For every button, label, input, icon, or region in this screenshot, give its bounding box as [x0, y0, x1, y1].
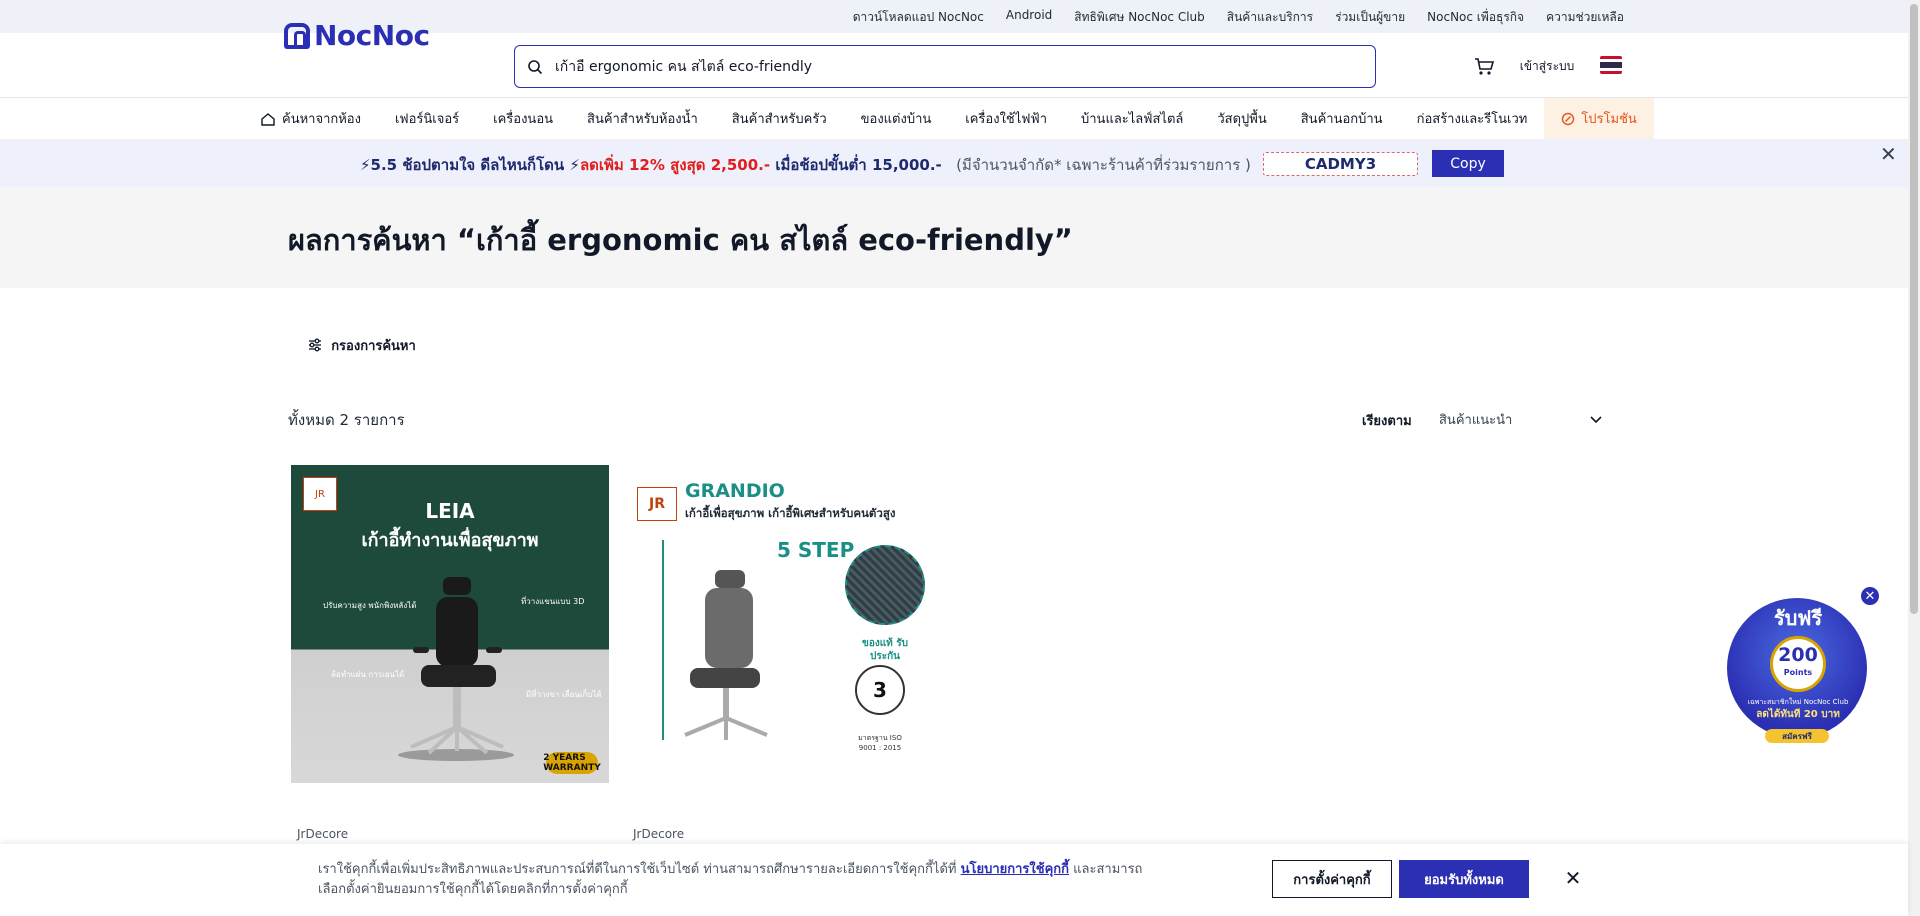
image-title: LEIA [425, 499, 475, 523]
thai-flag-icon[interactable] [1600, 56, 1622, 74]
office-chair-illustration [398, 577, 514, 761]
promo-free-title: รับฟรี [1773, 606, 1823, 630]
product-brand: JrDecore [297, 827, 349, 841]
copy-code-button[interactable]: Copy [1432, 150, 1504, 177]
category-nav: ค้นหาจากห้อง เฟอร์นิเจอร์ เครื่องนอน สิน… [243, 98, 1654, 139]
product-brand: JrDecore [633, 827, 685, 841]
search-bar[interactable] [514, 45, 1376, 88]
cookie-text-1: เราใช้คุกกี้เพื่อเพิ่มประสิทธิภาพและประส… [318, 862, 961, 877]
login-button[interactable]: เข้าสู่ระบบ [1507, 50, 1587, 82]
close-promo-icon[interactable]: ✕ [1859, 585, 1881, 607]
cookie-settings-button[interactable]: การตั้งค่าคุกกี้ [1272, 860, 1392, 898]
close-banner-icon[interactable]: ✕ [1880, 142, 1897, 166]
category-label: ก่อสร้างและรีโนเวท [1416, 112, 1528, 127]
product-image[interactable]: JR GRANDIO เก้าอี้เพื่อสุขภาพ เก้าอี้พิเ… [627, 465, 945, 783]
search-icon[interactable] [515, 47, 555, 87]
topbar-link-help[interactable]: ความช่วยเหลือ [1546, 8, 1624, 27]
promo-banner: ⚡5.5 ช้อปตามใจ ดีลไหนก็โดน ⚡ลดเพิ่ม 12% … [0, 139, 1908, 187]
category-label: สินค้านอกบ้าน [1300, 112, 1383, 127]
points-coin-icon: 200 Points [1770, 636, 1826, 692]
warranty-seal-icon: 3 [855, 665, 905, 715]
topbar-link-business[interactable]: NocNoc เพื่อธุรกิจ [1427, 8, 1524, 27]
cart-icon[interactable] [1472, 54, 1496, 78]
office-chair-illustration [662, 540, 768, 740]
promo-text-discount: ลดเพิ่ม 12% สูงสุด 2,500.- [579, 156, 771, 174]
club-promo-widget[interactable]: รับฟรี 200 Points เฉพาะสมาชิกใหม่ NocNoc… [1725, 590, 1871, 743]
category-label: โปรโมชัน [1581, 112, 1637, 127]
search-input[interactable] [555, 58, 1355, 75]
category-kitchen[interactable]: สินค้าสำหรับครัว [715, 98, 844, 139]
promo-text[interactable]: ⚡5.5 ช้อปตามใจ ดีลไหนก็โดน ⚡ลดเพิ่ม 12% … [360, 153, 1251, 177]
category-label: เครื่องนอน [493, 112, 554, 127]
cookie-message: เราใช้คุกกี้เพื่อเพิ่มประสิทธิภาพและประส… [318, 860, 1158, 900]
close-cookie-icon[interactable]: ✕ [1558, 863, 1588, 893]
points-label: Points [1783, 668, 1813, 677]
result-count: ทั้งหมด 2 รายการ [288, 411, 405, 429]
category-label: สินค้าสำหรับห้องน้ำ [587, 112, 698, 127]
promo-text-minimum: เมื่อช้อปขั้นต่ำ 15,000.- [770, 156, 942, 174]
topbar-link-android[interactable]: Android [1006, 8, 1052, 27]
image-subtitle: เก้าอี้ทำงานเพื่อสุขภาพ [361, 530, 539, 551]
genuine-label: ของแท้ รับประกัน [862, 638, 908, 662]
accept-all-button[interactable]: ยอมรับทั้งหมด [1399, 860, 1529, 898]
filter-button[interactable]: กรองการค้นหา [289, 326, 434, 364]
sort-value: สินค้าแนะนำ [1439, 412, 1513, 428]
sort-select[interactable]: สินค้าแนะนำ [1425, 398, 1617, 440]
search-results-title: ผลการค้นหา “เก้าอี้ ergonomic คน สไตล์ e… [288, 223, 1073, 257]
feature-note: ที่วางแขนแบบ 3D [521, 597, 585, 606]
promo-line-2: ลดได้ทันที 20 บาท [1756, 709, 1840, 720]
cookie-consent-bar: เราใช้คุกกี้เพื่อเพิ่มประสิทธิภาพและประส… [0, 844, 1908, 916]
topbar-link-download-app[interactable]: ดาวน์โหลดแอป NocNoc [853, 8, 984, 27]
category-outdoor[interactable]: สินค้านอกบ้าน [1284, 98, 1400, 139]
category-bedding[interactable]: เครื่องนอน [476, 98, 570, 139]
cookie-policy-link[interactable]: นโยบายการใช้คุกกี้ [961, 862, 1069, 877]
category-decor[interactable]: ของแต่งบ้าน [844, 98, 949, 139]
category-label: ของแต่งบ้าน [860, 112, 932, 127]
warranty-badge: 2 YEARS WARRANTY [543, 752, 601, 774]
topbar-link-club[interactable]: สิทธิพิเศษ NocNoc Club [1074, 8, 1205, 27]
chevron-down-icon [1590, 416, 1602, 424]
category-flooring[interactable]: วัสดุปูพื้น [1200, 98, 1283, 139]
category-label: บ้านและไลฟ์สไตล์ [1081, 112, 1184, 127]
promo-text-conditions: (มีจำนวนจำกัด* เฉพาะร้านค้าที่ร่วมรายการ… [956, 156, 1251, 174]
category-by-room[interactable]: ค้นหาจากห้อง [243, 98, 378, 139]
points-value: 200 [1778, 644, 1818, 666]
promo-code[interactable]: CADMY3 [1263, 152, 1418, 176]
filter-label: กรองการค้นหา [331, 338, 416, 354]
category-renovation[interactable]: ก่อสร้างและรีโนเวท [1400, 98, 1545, 139]
image-title: GRANDIO [685, 480, 785, 502]
logo-mark-icon [284, 22, 310, 49]
search-title-band: ผลการค้นหา “เก้าอี้ ergonomic คน สไตล์ e… [0, 187, 1908, 288]
category-promotion[interactable]: โปรโมชัน [1544, 98, 1654, 139]
topbar-link-services[interactable]: สินค้าและบริการ [1227, 8, 1313, 27]
signup-button[interactable]: สมัครฟรี [1765, 729, 1829, 743]
scrollbar-thumb[interactable] [1910, 4, 1918, 614]
logo-text: NocNoc [314, 19, 430, 52]
feature-note: มีที่วางขา เลื่อนเก็บได้ [526, 690, 602, 699]
topbar-link-seller[interactable]: ร่วมเป็นผู้ขาย [1335, 8, 1405, 27]
step-label: 5 STEP [777, 538, 855, 562]
mesh-detail-icon [845, 545, 925, 625]
category-label: วัสดุปูพื้น [1217, 112, 1267, 127]
sort-label: เรียงตาม [1362, 414, 1412, 429]
page-scrollbar[interactable] [1908, 0, 1920, 916]
promotion-icon [1562, 112, 1575, 125]
home-icon [261, 112, 275, 126]
category-label: สินค้าสำหรับครัว [731, 112, 827, 127]
image-subtitle: เก้าอี้เพื่อสุขภาพ เก้าอี้พิเศษสำหรับคนต… [685, 506, 896, 520]
promo-text-part1: ⚡5.5 ช้อปตามใจ ดีลไหนก็โดน ⚡ [360, 156, 580, 174]
iso-label: มาตรฐาน ISO 9001 : 2015 [858, 734, 902, 752]
category-bathroom[interactable]: สินค้าสำหรับห้องน้ำ [570, 98, 715, 139]
category-lifestyle[interactable]: บ้านและไลฟ์สไตล์ [1064, 98, 1200, 139]
nocnoc-logo[interactable]: NocNoc [284, 19, 430, 52]
product-image[interactable]: JR LEIA เก้าอี้ทำงานเพื่อสุขภาพ ปรับความ… [291, 465, 609, 783]
brand-logo-icon: JR [637, 487, 677, 521]
category-furniture[interactable]: เฟอร์นิเจอร์ [378, 98, 476, 139]
filter-sliders-icon [309, 338, 322, 352]
category-label: เฟอร์นิเจอร์ [394, 112, 460, 127]
category-label: ค้นหาจากห้อง [282, 112, 361, 127]
category-label: เครื่องใช้ไฟฟ้า [965, 112, 1047, 127]
category-appliances[interactable]: เครื่องใช้ไฟฟ้า [948, 98, 1064, 139]
